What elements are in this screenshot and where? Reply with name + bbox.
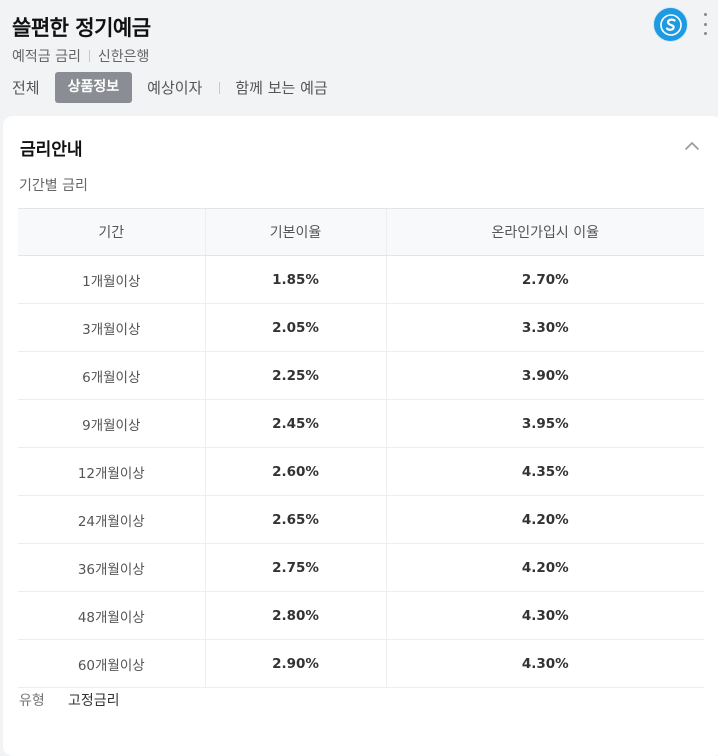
more-vertical-icon[interactable]	[703, 13, 707, 35]
base-rate-cell: 2.80%	[204, 591, 386, 640]
rate-table: 기간 기본이율 온라인가입시 이율 1개월이상 1.85% 2.70% 3개월이…	[18, 208, 704, 688]
bank-name: 신한은행	[97, 49, 150, 65]
tab-product-info[interactable]: 상품정보	[54, 72, 133, 103]
table-row: 36개월이상 2.75% 4.20%	[18, 543, 704, 592]
table-row: 60개월이상 2.90% 4.30%	[18, 639, 704, 688]
product-header: 쓸편한 정기예금 예적금 금리 신한은행 전체 상품정보 예상이자 함께 보는 …	[0, 0, 718, 116]
online-rate-cell: 3.90%	[385, 351, 704, 400]
column-header-base-rate: 기본이율	[204, 208, 386, 256]
tab-related-deposits[interactable]: 함께 보는 예금	[235, 77, 327, 98]
period-cell: 60개월이상	[18, 639, 205, 688]
online-rate-cell: 4.30%	[385, 639, 704, 688]
base-rate-cell: 2.60%	[204, 447, 386, 496]
period-cell: 36개월이상	[18, 543, 205, 592]
column-header-period: 기간	[18, 208, 205, 256]
breadcrumb-divider	[88, 50, 90, 62]
table-row: 3개월이상 2.05% 3.30%	[18, 303, 704, 352]
base-rate-cell: 2.75%	[204, 543, 386, 592]
online-rate-cell: 3.30%	[385, 303, 704, 352]
rate-info-card: 금리안내 기간별 금리 기간 기본이율 온라인가입시 이율 1개월이상 1.85…	[3, 116, 718, 756]
product-tabs: 전체 상품정보 예상이자 함께 보는 예금	[12, 72, 328, 103]
table-row: 9개월이상 2.45% 3.95%	[18, 399, 704, 448]
table-row: 6개월이상 2.25% 3.90%	[18, 351, 704, 400]
period-cell: 48개월이상	[18, 591, 205, 640]
online-rate-cell: 4.20%	[385, 543, 704, 592]
period-cell: 6개월이상	[18, 351, 205, 400]
table-row: 12개월이상 2.60% 4.35%	[18, 447, 704, 496]
tab-all[interactable]: 전체	[12, 77, 40, 98]
rate-type-value: 고정금리	[68, 693, 120, 709]
table-row: 1개월이상 1.85% 2.70%	[18, 255, 704, 304]
breadcrumb: 예적금 금리 신한은행	[12, 46, 149, 66]
bank-logo-icon[interactable]	[653, 7, 688, 42]
base-rate-cell: 2.90%	[204, 639, 386, 688]
rate-type-row: 유형 고정금리	[19, 690, 120, 710]
base-rate-cell: 2.05%	[204, 303, 386, 352]
table-header-row: 기간 기본이율 온라인가입시 이율	[18, 208, 704, 256]
category-label: 예적금 금리	[12, 49, 81, 65]
table-row: 48개월이상 2.80% 4.30%	[18, 591, 704, 640]
base-rate-cell: 1.85%	[204, 255, 386, 304]
base-rate-cell: 2.25%	[204, 351, 386, 400]
online-rate-cell: 4.35%	[385, 447, 704, 496]
period-cell: 24개월이상	[18, 495, 205, 544]
base-rate-cell: 2.45%	[204, 399, 386, 448]
card-title: 금리안내	[20, 140, 83, 160]
period-cell: 1개월이상	[18, 255, 205, 304]
section-label: 기간별 금리	[19, 178, 88, 194]
online-rate-cell: 4.20%	[385, 495, 704, 544]
table-row: 24개월이상 2.65% 4.20%	[18, 495, 704, 544]
tab-divider	[219, 81, 221, 94]
period-cell: 12개월이상	[18, 447, 205, 496]
tab-expected-interest[interactable]: 예상이자	[147, 77, 202, 98]
online-rate-cell: 2.70%	[385, 255, 704, 304]
page-title: 쓸편한 정기예금	[12, 16, 151, 40]
column-header-online-rate: 온라인가입시 이율	[385, 208, 704, 256]
period-cell: 9개월이상	[18, 399, 205, 448]
online-rate-cell: 4.30%	[385, 591, 704, 640]
period-cell: 3개월이상	[18, 303, 205, 352]
rate-type-label: 유형	[19, 693, 45, 709]
chevron-up-icon[interactable]	[683, 137, 701, 155]
online-rate-cell: 3.95%	[385, 399, 704, 448]
base-rate-cell: 2.65%	[204, 495, 386, 544]
